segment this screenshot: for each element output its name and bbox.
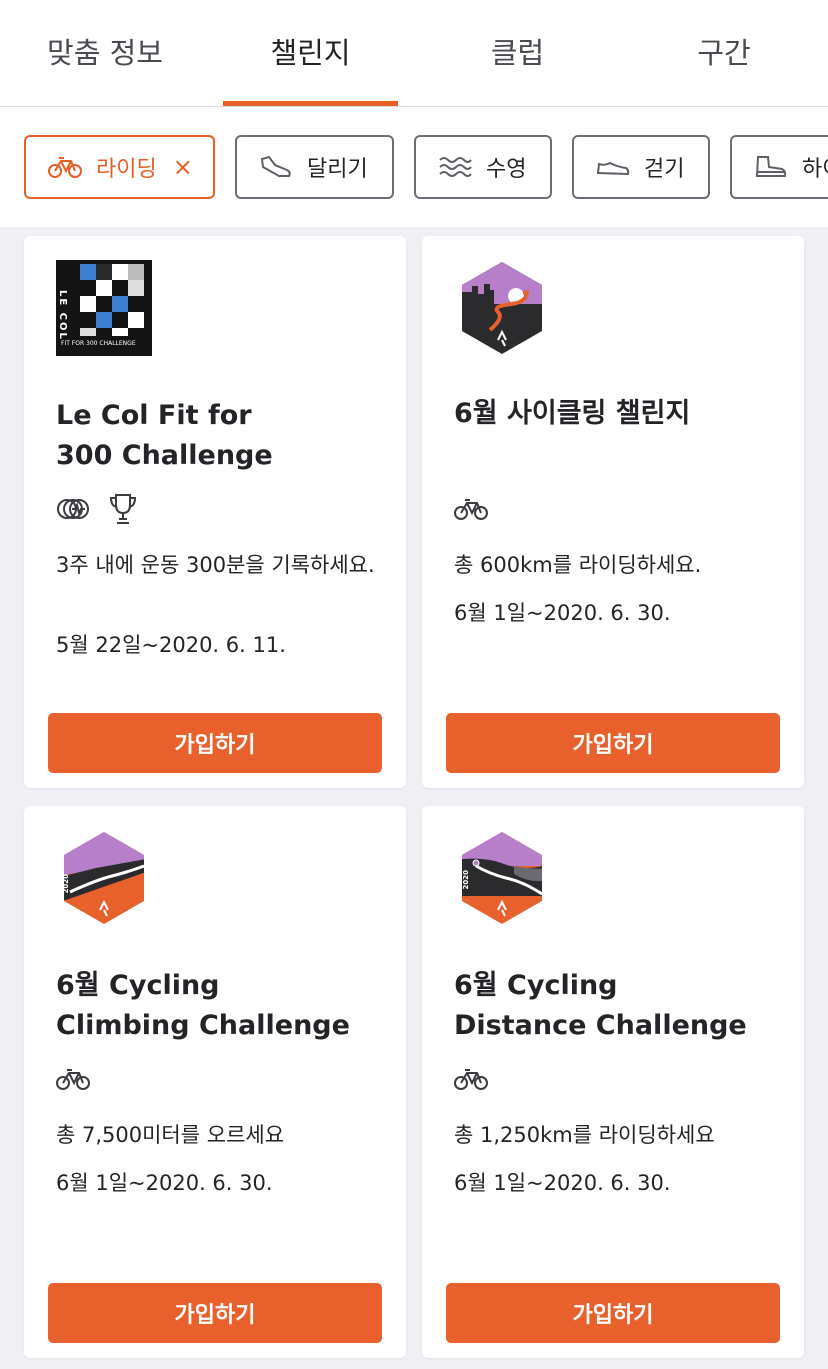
activity-coins-icon xyxy=(56,495,90,527)
distance-badge: 2020 xyxy=(454,830,550,926)
challenge-description: 총 600km를 라이딩하세요. xyxy=(454,553,702,577)
challenge-date: 5월 22일~2020. 6. 11. xyxy=(56,633,286,657)
join-button[interactable]: 가입하기 xyxy=(48,1283,382,1343)
trophy-icon xyxy=(108,493,138,529)
filter-chip-swim[interactable]: 수영 xyxy=(414,135,552,199)
challenge-title[interactable]: Le Col Fit for 300 Challenge xyxy=(56,396,386,476)
tab-bar: 맞춤 정보 챌린지 클럽 구간 xyxy=(0,0,828,107)
challenge-title-line: 300 Challenge xyxy=(56,440,273,471)
challenge-title-line: Le Col Fit for xyxy=(56,400,252,431)
challenge-card[interactable]: 6월 사이클링 챌린지 총 600km를 라이딩하세요. 6월 1일~2020.… xyxy=(422,236,804,788)
badge-caption-text: FIT FOR 300 CHALLENGE xyxy=(61,340,136,347)
sport-icons xyxy=(56,494,138,528)
waves-icon xyxy=(438,155,472,179)
hiking-boot-icon xyxy=(754,155,788,179)
challenge-description: 3주 내에 운동 300분을 기록하세요. xyxy=(56,553,375,577)
bike-icon xyxy=(48,155,82,179)
join-button[interactable]: 가입하기 xyxy=(446,713,780,773)
challenge-title-line: Climbing Challenge xyxy=(56,1010,350,1041)
sport-filter-bar[interactable]: 라이딩 × 달리기 수영 걷기 하 xyxy=(0,107,828,227)
challenge-title-line: 6월 Cycling xyxy=(454,970,618,1001)
challenge-description: 총 7,500미터를 오르세요 xyxy=(56,1123,285,1147)
challenge-title[interactable]: 6월 Cycling Climbing Challenge xyxy=(56,966,386,1046)
badge-year-text: 2020 xyxy=(62,874,70,894)
filter-chip-ride[interactable]: 라이딩 × xyxy=(24,135,215,199)
challenge-date: 6월 1일~2020. 6. 30. xyxy=(454,1171,671,1195)
challenge-title[interactable]: 6월 사이클링 챌린지 xyxy=(454,394,784,434)
challenge-title[interactable]: 6월 Cycling Distance Challenge xyxy=(454,966,784,1046)
challenge-title-line: 6월 Cycling xyxy=(56,970,220,1001)
join-button[interactable]: 가입하기 xyxy=(446,1283,780,1343)
walking-shoe-icon xyxy=(596,155,630,179)
challenge-card[interactable]: LE COL FIT FOR 300 CHALLENGE Le Col Fit … xyxy=(24,236,406,788)
sport-icons xyxy=(454,1064,488,1098)
challenge-card[interactable]: 2020 6월 Cycling Distance Challenge 총 1,2… xyxy=(422,806,804,1358)
bike-icon xyxy=(56,1067,90,1095)
tab-challenges[interactable]: 챌린지 xyxy=(223,30,398,76)
june-cycling-badge xyxy=(454,260,550,356)
badge-year-text: 2020 xyxy=(462,870,470,890)
bike-icon xyxy=(454,1067,488,1095)
sport-icons xyxy=(56,1064,90,1098)
challenge-description: 총 1,250km를 라이딩하세요 xyxy=(454,1123,715,1147)
tab-for-you[interactable]: 맞춤 정보 xyxy=(30,30,180,76)
clear-filter-icon[interactable]: × xyxy=(173,153,193,181)
tab-clubs[interactable]: 클럽 xyxy=(460,30,575,76)
running-shoe-icon xyxy=(259,155,293,179)
filter-chip-label: 하이 xyxy=(802,157,828,182)
challenge-date: 6월 1일~2020. 6. 30. xyxy=(454,601,671,625)
challenge-date: 6월 1일~2020. 6. 30. xyxy=(56,1171,273,1195)
filter-chip-hike[interactable]: 하이 xyxy=(730,135,828,199)
filter-chip-label: 라이딩 xyxy=(96,157,157,182)
bike-icon xyxy=(454,497,488,525)
active-tab-indicator xyxy=(223,101,398,106)
challenge-title-line: Distance Challenge xyxy=(454,1010,747,1041)
sport-icons xyxy=(454,494,488,528)
filter-chip-walk[interactable]: 걷기 xyxy=(572,135,710,199)
le-col-badge: LE COL FIT FOR 300 CHALLENGE xyxy=(56,260,152,356)
filter-chip-label: 달리기 xyxy=(307,157,368,182)
challenge-card[interactable]: 2020 6월 Cycling Climbing Challenge 총 7,5… xyxy=(24,806,406,1358)
climbing-badge: 2020 xyxy=(56,830,152,926)
filter-chip-label: 걷기 xyxy=(644,157,685,182)
challenge-title-line: 6월 사이클링 챌린지 xyxy=(454,398,691,429)
filter-chip-label: 수영 xyxy=(486,157,527,182)
join-button[interactable]: 가입하기 xyxy=(48,713,382,773)
badge-brand-text: LE COL xyxy=(57,290,68,341)
filter-chip-run[interactable]: 달리기 xyxy=(235,135,394,199)
tab-segments[interactable]: 구간 xyxy=(665,30,783,76)
